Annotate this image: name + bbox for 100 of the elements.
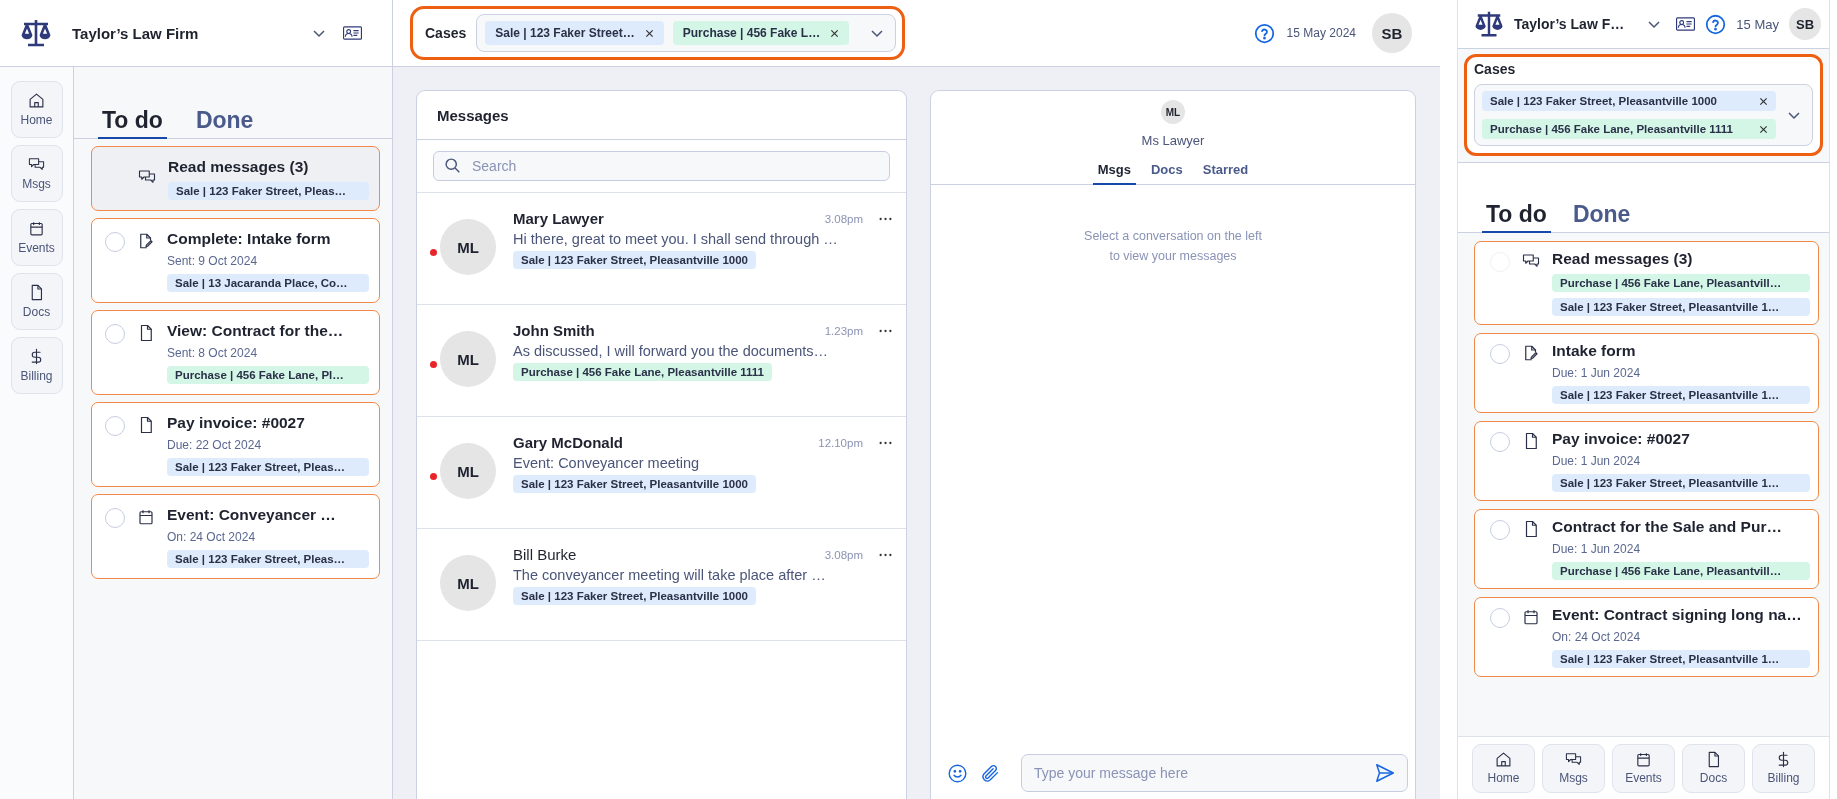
nav-button[interactable]: Msgs [1542, 743, 1605, 793]
cases-label: Cases [425, 25, 467, 41]
message-time: 3.08pm [824, 212, 863, 225]
message-input[interactable]: Type your message here [1021, 754, 1408, 792]
todo-card[interactable]: Event: Contract signing long na… On: 24 Oct 2024 Sale | 123 Faker Street, Pleasantville 1… [1474, 597, 1819, 677]
todo-date: Due: 1 Jun 2024 [1552, 454, 1642, 468]
todo-card[interactable]: Read messages (3) Sale | 123 Faker Street, Pleas… [91, 146, 380, 211]
checkbox[interactable] [105, 416, 125, 436]
close-icon[interactable] [1759, 96, 1768, 106]
nav-button[interactable]: Msgs [10, 145, 63, 202]
help-icon[interactable] [1705, 13, 1727, 35]
todo-date: On: 24 Oct 2024 [167, 530, 257, 544]
conversation-item[interactable]: ML Gary McDonald 12.10pm Event: Conveyancer meeting Sale | 123 Faker Street, Pleasantville 1000 [417, 417, 906, 529]
todo-card[interactable]: Pay invoice: #0027 Due: 1 Jun 2024 Sale | 123 Faker Street, Pleasantville 1… [1474, 421, 1819, 501]
calendar-icon [28, 220, 45, 237]
message-time: 12.10pm [818, 436, 863, 449]
tab[interactable]: To do [1482, 197, 1551, 233]
todo-card[interactable]: Intake form Due: 1 Jun 2024 Sale | 123 Faker Street, Pleasantville 1… [1474, 333, 1819, 413]
more-icon[interactable] [879, 552, 892, 557]
checkbox[interactable] [105, 232, 125, 252]
nav-button[interactable]: Home [10, 81, 63, 138]
send-icon[interactable] [1374, 762, 1396, 784]
smiley-icon[interactable] [947, 762, 968, 784]
tab[interactable]: Starred [1197, 158, 1254, 185]
nav-button[interactable]: Billing [1752, 743, 1815, 793]
conversation-item[interactable]: ML Bill Burke 3.08pm The conveyancer meeting will take place after … Sale | 123 Faker Street, Pleasantville 1000 [417, 529, 906, 641]
nav-button[interactable]: Billing [10, 337, 63, 394]
more-icon[interactable] [879, 216, 892, 221]
case-chip[interactable]: Purchase | 456 Fake L… [672, 21, 850, 45]
todo-card[interactable]: Contract for the Sale and Pur… Due: 1 Jun 2024 Purchase | 456 Fake Lane, Pleasantvill… [1474, 509, 1819, 589]
contact-avatar: ML [1161, 100, 1185, 124]
house-icon [28, 92, 45, 109]
date-label: 15 May [1736, 16, 1779, 32]
case-tag: Sale | 123 Faker Street, Pleasantville 1… [1552, 298, 1810, 316]
todo-title: Event: Contract signing long na… [1552, 606, 1803, 624]
tab[interactable]: Msgs [1092, 158, 1136, 185]
more-icon[interactable] [879, 328, 892, 333]
nav-button[interactable]: Events [10, 209, 63, 266]
contact-name: John Smith [513, 322, 595, 339]
more-icon[interactable] [879, 440, 892, 445]
calendar-icon [137, 508, 155, 526]
case-chip[interactable]: Sale | 123 Faker Street… [485, 21, 664, 45]
todo-card[interactable]: Read messages (3) Purchase | 456 Fake Lane, Pleasantvill… Sale | 123 Faker Street, Pleasantville 1… [1474, 241, 1819, 325]
message-time: 3.08pm [824, 548, 863, 561]
nav-button[interactable]: Home [1472, 743, 1535, 793]
chat-bubbles-icon [28, 156, 45, 173]
id-card-icon[interactable] [1676, 17, 1696, 31]
user-avatar[interactable]: SB [1372, 13, 1412, 53]
cases-select[interactable]: Sale | 123 Faker Street… Purchase | 456 Fake L… [476, 14, 897, 52]
checkbox[interactable] [1490, 344, 1510, 364]
user-avatar[interactable]: SB [1789, 8, 1821, 40]
tab[interactable]: Done [191, 103, 258, 139]
contact-avatar: ML [440, 555, 496, 611]
checkbox[interactable] [1490, 608, 1510, 628]
tab[interactable]: Done [1568, 197, 1635, 233]
todo-date: Due: 22 Oct 2024 [167, 438, 263, 452]
house-icon [1495, 751, 1512, 768]
todo-card[interactable]: Pay invoice: #0027 Due: 22 Oct 2024 Sale | 123 Faker Street, Pleas… [91, 402, 380, 487]
search-field[interactable]: Search [433, 151, 890, 181]
case-tag: Sale | 123 Faker Street, Pleas… [168, 182, 369, 200]
todo-date: Due: 1 Jun 2024 [1552, 542, 1642, 556]
checkbox[interactable] [105, 508, 125, 528]
case-chip[interactable]: Purchase | 456 Fake Lane, Pleasantville 1111 [1482, 119, 1776, 139]
todo-title: View: Contract for the… [167, 322, 345, 340]
contact-avatar: ML [440, 331, 496, 387]
help-icon[interactable] [1253, 22, 1275, 44]
nav-button[interactable]: Docs [1682, 743, 1745, 793]
tab[interactable]: Docs [1145, 158, 1188, 185]
checkbox[interactable] [1490, 432, 1510, 452]
todo-date: Due: 1 Jun 2024 [1552, 366, 1642, 380]
conversation-item[interactable]: ML Mary Lawyer 3.08pm Hi there, great to meet you. I shall send through … Sale | 123 Faker Street, Pleasantville 1000 [417, 193, 906, 305]
paperclip-icon[interactable] [980, 762, 1001, 784]
panel-title: Messages [417, 91, 906, 140]
case-chip[interactable]: Sale | 123 Faker Street, Pleasantville 1000 [1482, 91, 1776, 111]
case-tag: Sale | 13 Jacaranda Place, Co… [167, 274, 369, 292]
case-tag: Sale | 123 Faker Street, Pleasantville 1… [1552, 650, 1810, 668]
cases-select[interactable]: Sale | 123 Faker Street, Pleasantville 1000 Purchase | 456 Fake Lane, Pleasantville 1111 [1474, 84, 1813, 146]
id-card-icon[interactable] [343, 26, 362, 40]
todo-date: Sent: 9 Oct 2024 [167, 254, 259, 268]
date-label: 15 May 2024 [1286, 26, 1356, 40]
todo-title: Intake form [1552, 342, 1637, 360]
nav-button[interactable]: Events [1612, 743, 1675, 793]
todo-card[interactable]: Complete: Intake form Sent: 9 Oct 2024 Sale | 13 Jacaranda Place, Co… [91, 218, 380, 303]
contact-avatar: ML [440, 219, 496, 275]
todo-card[interactable]: Event: Conveyancer … On: 24 Oct 2024 Sale | 123 Faker Street, Pleas… [91, 494, 380, 579]
checkbox[interactable] [1490, 520, 1510, 540]
close-icon[interactable] [830, 28, 840, 38]
close-icon[interactable] [644, 28, 654, 38]
todo-card[interactable]: View: Contract for the… Sent: 8 Oct 2024 Purchase | 456 Fake Lane, Pl… [91, 310, 380, 395]
case-tag: Purchase | 456 Fake Lane, Pleasantville 1111 [513, 363, 772, 381]
contact-name: Bill Burke [513, 546, 577, 563]
tab[interactable]: To do [98, 103, 167, 139]
conversation-item[interactable]: ML John Smith 1.23pm As discussed, I will forward you the documents… Purchase | 456 Fake Lane, Pleasantville 1111 [417, 305, 906, 417]
nav-button[interactable]: Docs [10, 273, 63, 330]
calendar-icon [1635, 751, 1652, 768]
search-icon [444, 157, 461, 174]
close-icon[interactable] [1759, 124, 1768, 134]
case-tag: Sale | 123 Faker Street, Pleas… [167, 550, 369, 568]
checkbox[interactable] [105, 324, 125, 344]
case-tag: Sale | 123 Faker Street, Pleasantville 1… [1552, 386, 1810, 404]
